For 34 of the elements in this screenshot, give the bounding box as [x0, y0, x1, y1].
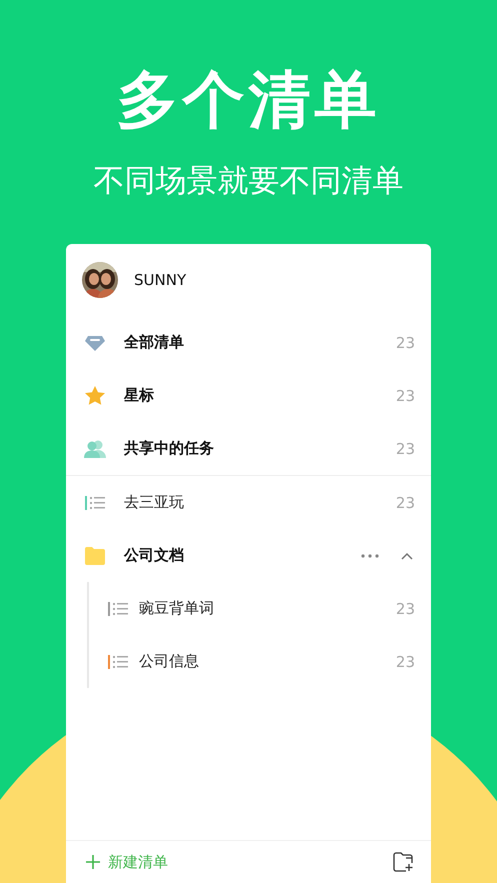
- smart-list-item[interactable]: 全部清单 23: [66, 316, 431, 369]
- hero-title: 多个清单: [116, 62, 380, 138]
- list-icon: [108, 654, 128, 668]
- diamond-icon: [85, 334, 105, 350]
- item-count: 23: [396, 334, 415, 352]
- list-label: 公司信息: [139, 652, 200, 671]
- folder-label: 公司文档: [124, 546, 185, 565]
- new-folder-icon[interactable]: [393, 852, 414, 872]
- more-icon[interactable]: [361, 554, 379, 558]
- people-icon: [84, 440, 106, 458]
- smart-list-item[interactable]: 共享中的任务 23: [66, 422, 431, 475]
- hero-subtitle: 不同场景就要不同清单: [94, 162, 404, 200]
- plus-icon: [86, 855, 100, 869]
- list-item[interactable]: 公司信息 23: [89, 635, 431, 688]
- folder-item[interactable]: 公司文档: [66, 529, 431, 582]
- list-label: 去三亚玩: [124, 493, 185, 512]
- item-count: 23: [396, 494, 415, 512]
- caret-icon[interactable]: [401, 552, 413, 560]
- list-label: 全部清单: [124, 333, 185, 352]
- item-count: 23: [396, 440, 415, 458]
- item-count: 23: [396, 600, 415, 618]
- list-item[interactable]: 豌豆背单词 23: [89, 582, 431, 635]
- star-icon: [85, 386, 105, 405]
- list-icon: [85, 496, 105, 510]
- list-label: 豌豆背单词: [139, 599, 215, 618]
- item-count: 23: [396, 386, 415, 404]
- list-label: 星标: [124, 386, 155, 405]
- list-label: 共享中的任务: [124, 439, 215, 458]
- item-count: 23: [396, 652, 415, 670]
- smart-list-item[interactable]: 星标 23: [66, 369, 431, 422]
- user-name: SUNNY: [134, 271, 186, 289]
- folder-icon: [85, 546, 105, 564]
- list-icon: [108, 602, 128, 616]
- list-item[interactable]: 去三亚玩 23: [66, 476, 431, 529]
